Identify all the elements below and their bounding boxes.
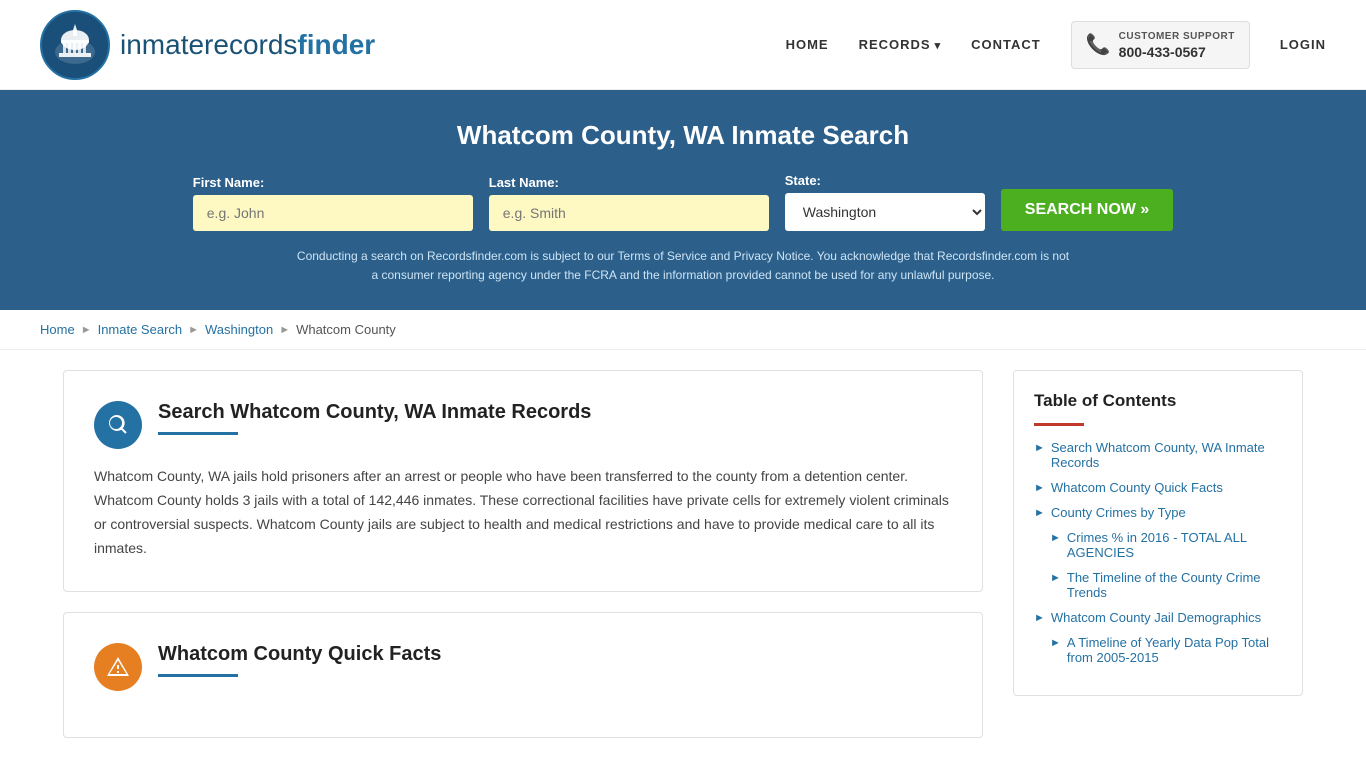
card-title-underline — [158, 432, 238, 435]
nav-contact[interactable]: CONTACT — [971, 37, 1041, 52]
chevron-right-icon: ► — [1034, 612, 1045, 624]
quick-facts-header: Whatcom County Quick Facts — [94, 643, 952, 691]
first-name-label: First Name: — [193, 175, 265, 190]
first-name-input[interactable] — [193, 195, 473, 231]
breadcrumb-inmate-search[interactable]: Inmate Search — [98, 322, 183, 337]
card-body: Whatcom County, WA jails hold prisoners … — [94, 465, 952, 560]
search-hero: Whatcom County, WA Inmate Search First N… — [0, 90, 1366, 310]
logo-text: inmaterecordsfinder — [120, 29, 375, 61]
quick-facts-underline — [158, 674, 238, 677]
breadcrumb-washington[interactable]: Washington — [205, 322, 273, 337]
alert-icon — [106, 655, 130, 679]
toc-item[interactable]: ►A Timeline of Yearly Data Pop Total fro… — [1050, 635, 1282, 665]
toc-title: Table of Contents — [1034, 391, 1282, 411]
customer-support-box[interactable]: 📞 CUSTOMER SUPPORT 800-433-0567 — [1071, 21, 1250, 69]
quick-facts-icon-circle — [94, 643, 142, 691]
nav-records[interactable]: RECORDS — [859, 37, 942, 52]
magnifier-icon — [106, 413, 130, 437]
toc-item[interactable]: ►Crimes % in 2016 - TOTAL ALL AGENCIES — [1050, 530, 1282, 560]
hero-title: Whatcom County, WA Inmate Search — [40, 120, 1326, 151]
support-number: 800-433-0567 — [1119, 44, 1235, 60]
disclaimer-text: Conducting a search on Recordsfinder.com… — [293, 247, 1073, 285]
breadcrumb: Home ► Inmate Search ► Washington ► What… — [0, 310, 1366, 350]
chevron-right-icon: ► — [1050, 532, 1061, 544]
quick-facts-title-area: Whatcom County Quick Facts — [158, 643, 441, 677]
search-circle-icon — [94, 401, 142, 449]
phone-icon: 📞 — [1086, 32, 1111, 57]
toc-item[interactable]: ►County Crimes by Type — [1034, 505, 1282, 520]
right-column: Table of Contents ►Search Whatcom County… — [1013, 370, 1303, 757]
card-title: Search Whatcom County, WA Inmate Records — [158, 401, 591, 424]
toc-item[interactable]: ►Whatcom County Jail Demographics — [1034, 610, 1282, 625]
support-label: CUSTOMER SUPPORT — [1119, 30, 1235, 44]
logo-area: inmaterecordsfinder — [40, 10, 375, 80]
support-info: CUSTOMER SUPPORT 800-433-0567 — [1119, 30, 1235, 60]
toc-item[interactable]: ►Whatcom County Quick Facts — [1034, 480, 1282, 495]
breadcrumb-sep-1: ► — [81, 324, 92, 336]
quick-facts-card: Whatcom County Quick Facts — [63, 612, 983, 738]
breadcrumb-home[interactable]: Home — [40, 322, 75, 337]
chevron-right-icon: ► — [1034, 482, 1045, 494]
breadcrumb-sep-3: ► — [279, 324, 290, 336]
main-nav: HOME RECORDS CONTACT 📞 CUSTOMER SUPPORT … — [786, 21, 1326, 69]
breadcrumb-sep-2: ► — [188, 324, 199, 336]
breadcrumb-current: Whatcom County — [296, 322, 396, 337]
chevron-right-icon: ► — [1034, 442, 1045, 454]
state-group: State: Washington — [785, 173, 985, 231]
state-select[interactable]: Washington — [785, 193, 985, 231]
logo-icon — [40, 10, 110, 80]
toc-list: ►Search Whatcom County, WA Inmate Record… — [1034, 440, 1282, 665]
first-name-group: First Name: — [193, 175, 473, 231]
last-name-input[interactable] — [489, 195, 769, 231]
toc-item[interactable]: ►Search Whatcom County, WA Inmate Record… — [1034, 440, 1282, 470]
chevron-right-icon: ► — [1050, 572, 1061, 584]
quick-facts-title: Whatcom County Quick Facts — [158, 643, 441, 666]
toc-item[interactable]: ►The Timeline of the County Crime Trends — [1050, 570, 1282, 600]
card-title-area: Search Whatcom County, WA Inmate Records — [158, 401, 591, 435]
toc-underline — [1034, 423, 1084, 426]
inmate-records-card: Search Whatcom County, WA Inmate Records… — [63, 370, 983, 591]
left-column: Search Whatcom County, WA Inmate Records… — [63, 370, 1013, 757]
nav-login[interactable]: LOGIN — [1280, 37, 1326, 52]
site-header: inmaterecordsfinder HOME RECORDS CONTACT… — [0, 0, 1366, 90]
search-button[interactable]: SEARCH NOW » — [1001, 189, 1173, 231]
state-label: State: — [785, 173, 821, 188]
card-header: Search Whatcom County, WA Inmate Records — [94, 401, 952, 449]
last-name-group: Last Name: — [489, 175, 769, 231]
nav-home[interactable]: HOME — [786, 37, 829, 52]
last-name-label: Last Name: — [489, 175, 559, 190]
chevron-right-icon: ► — [1034, 507, 1045, 519]
chevron-right-icon: ► — [1050, 637, 1061, 649]
main-content: Search Whatcom County, WA Inmate Records… — [43, 370, 1323, 757]
toc-card: Table of Contents ►Search Whatcom County… — [1013, 370, 1303, 696]
search-form: First Name: Last Name: State: Washington… — [40, 173, 1326, 231]
